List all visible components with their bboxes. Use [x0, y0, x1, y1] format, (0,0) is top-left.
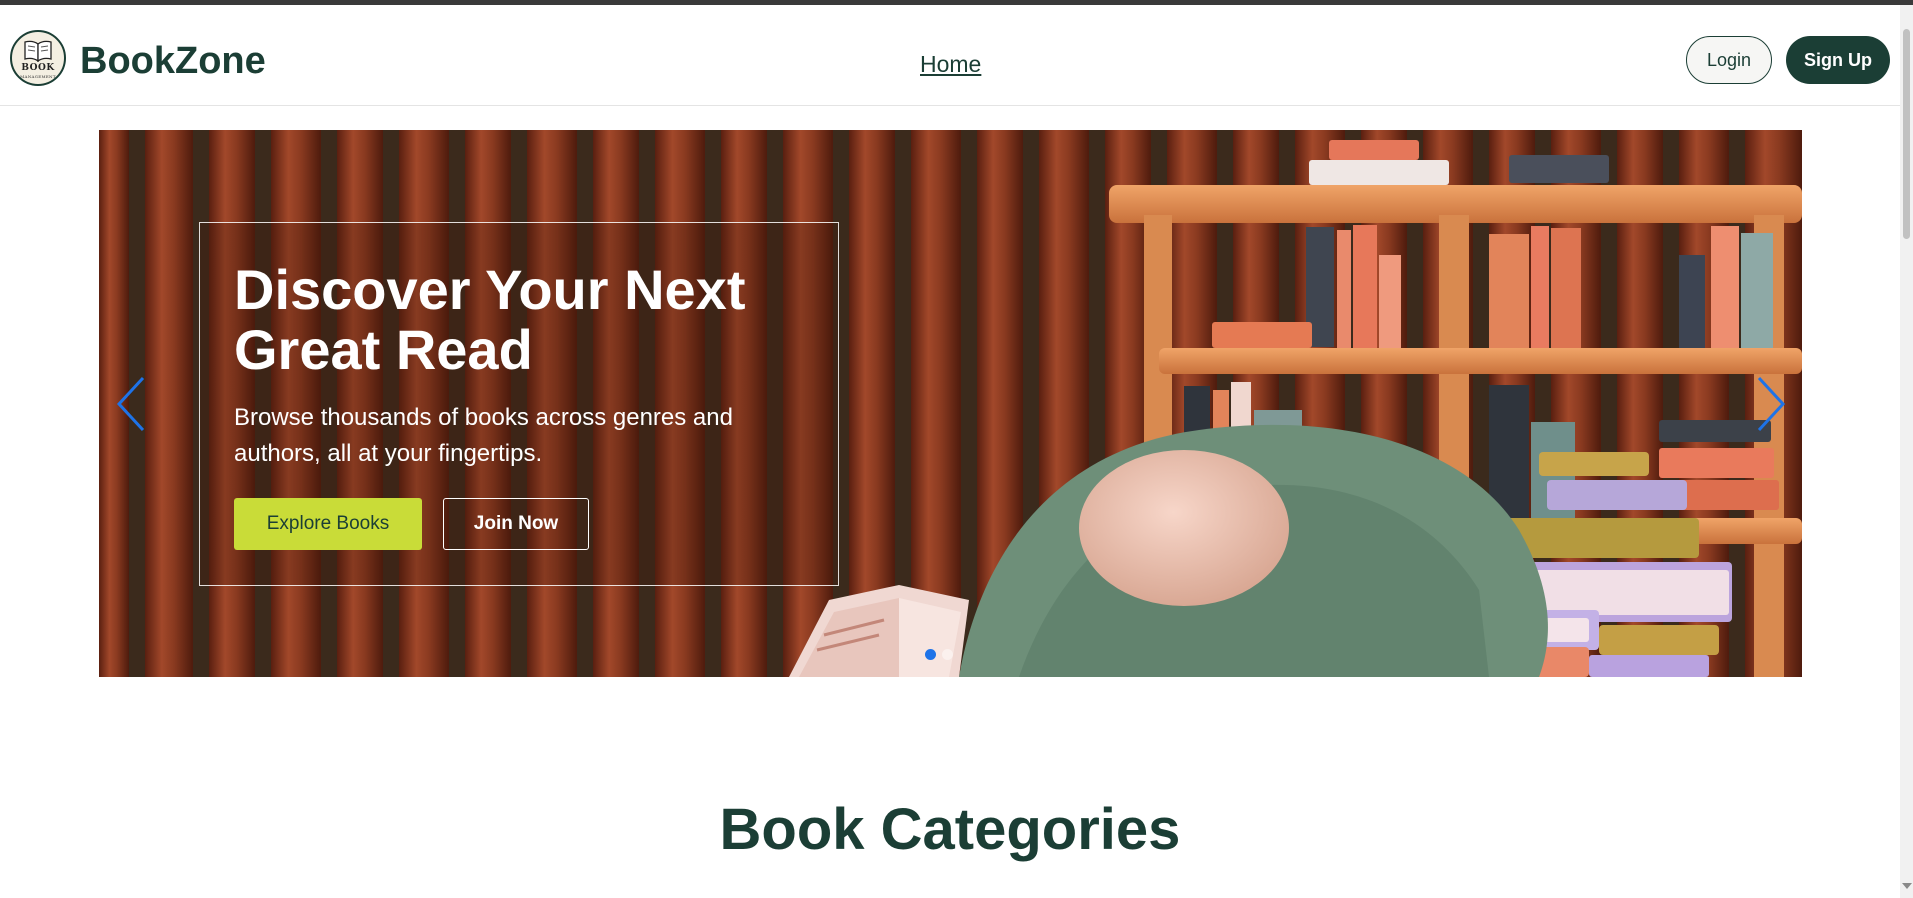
join-now-button[interactable]: Join Now	[443, 498, 589, 550]
signup-button[interactable]: Sign Up	[1786, 36, 1890, 84]
scrollbar-thumb[interactable]	[1903, 29, 1910, 239]
nav-link-home[interactable]: Home	[920, 50, 981, 78]
scrollbar[interactable]	[1900, 5, 1913, 898]
hero-title: Discover Your Next Great Read	[234, 258, 746, 381]
hero-carousel: Discover Your Next Great Read Browse tho…	[99, 130, 1802, 677]
explore-books-button[interactable]: Explore Books	[234, 498, 422, 550]
brand-logo[interactable]: BOOK MANAGEMENT	[10, 30, 66, 86]
chevron-right-icon[interactable]	[1753, 374, 1789, 434]
logo-subtext: MANAGEMENT	[20, 74, 56, 79]
logo-text: BOOK	[21, 63, 55, 73]
open-book-icon	[24, 40, 52, 62]
carousel-indicator-2[interactable]	[942, 649, 953, 660]
scroll-down-arrow-icon[interactable]	[1902, 883, 1912, 889]
hero-subtitle: Browse thousands of books across genres …	[234, 404, 733, 467]
chevron-left-icon[interactable]	[113, 374, 149, 434]
login-button[interactable]: Login	[1686, 36, 1772, 84]
carousel-indicator-1[interactable]	[925, 649, 936, 660]
navbar: BOOK MANAGEMENT BookZone Home Login Sign…	[0, 5, 1900, 106]
brand-name[interactable]: BookZone	[80, 38, 266, 84]
section-title-book-categories: Book Categories	[719, 797, 1181, 862]
